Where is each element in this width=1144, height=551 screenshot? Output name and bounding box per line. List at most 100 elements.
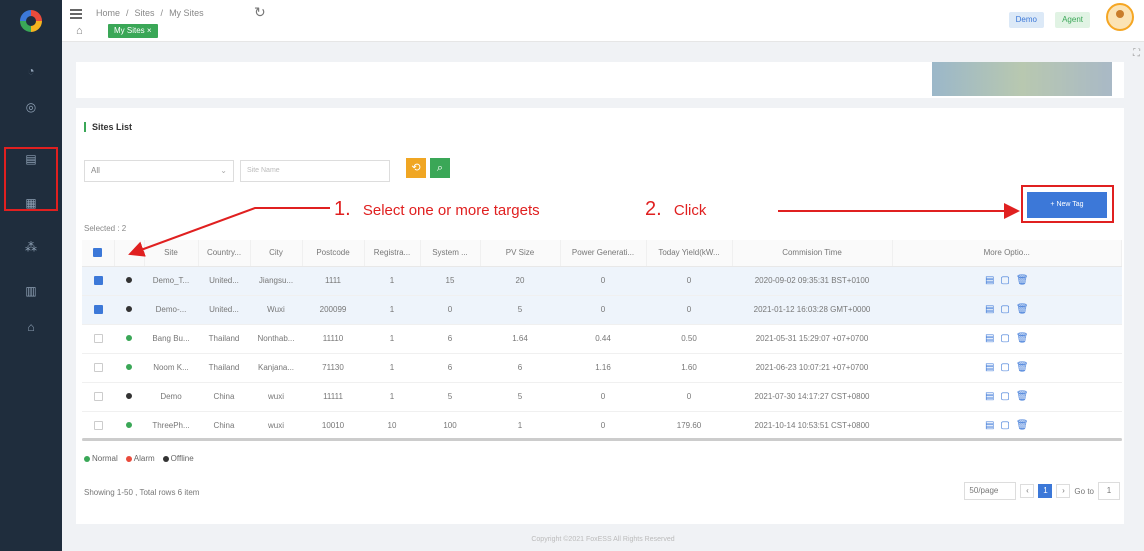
breadcrumb-home[interactable]: Home: [96, 8, 120, 18]
delete-icon[interactable]: 🗑: [1016, 333, 1029, 344]
annotation-highlight-checkboxes: [4, 147, 58, 211]
header-today-yield[interactable]: Today Yield(kW...: [646, 240, 733, 267]
avatar[interactable]: [1106, 3, 1134, 31]
header-pv-size[interactable]: PV Size: [480, 240, 561, 267]
header-registration[interactable]: Registra...: [364, 240, 421, 267]
detail-icon[interactable]: ▤: [985, 275, 994, 286]
table-horizontal-scrollbar[interactable]: [82, 438, 1122, 441]
detail-icon[interactable]: ▤: [985, 391, 994, 402]
cell-status: [114, 295, 144, 325]
edit-icon[interactable]: ▢: [1000, 391, 1009, 402]
page-size-select[interactable]: 50/page: [964, 482, 1017, 500]
dashboard-icon[interactable]: ◔: [24, 64, 38, 78]
chart-icon[interactable]: ▥: [24, 284, 38, 298]
next-page-button[interactable]: ›: [1056, 484, 1071, 498]
delete-icon[interactable]: 🗑: [1016, 304, 1029, 315]
cell-checkbox: [82, 382, 114, 412]
row-checkbox[interactable]: [93, 305, 103, 315]
cell-status: [114, 353, 144, 383]
edit-icon[interactable]: ▢: [1000, 362, 1009, 373]
tab-my-sites[interactable]: My Sites ×: [108, 24, 158, 38]
table-row[interactable]: ThreePh... China wuxi 10010 10 100 1 0 179.60 202…: [82, 411, 1122, 441]
page-number-current[interactable]: 1: [1038, 484, 1053, 498]
table-row[interactable]: Demo_T... United... Jiangsu... 1111 1 15 20 0 0 2…: [82, 266, 1122, 296]
legend-label: Alarm: [133, 454, 155, 463]
cell-city: wuxi: [250, 382, 302, 412]
home-icon[interactable]: ⌂: [76, 25, 83, 37]
row-checkbox[interactable]: [93, 334, 103, 344]
cell-more-options: ▤ ▢ 🗑: [892, 411, 1122, 441]
reset-button[interactable]: ⟲: [406, 158, 426, 178]
checkbox-select-all[interactable]: [93, 248, 103, 258]
cell-city: Jiangsu...: [250, 266, 302, 296]
reset-icon: ⟲: [411, 162, 421, 174]
cell-pv-size: 1.64: [480, 324, 560, 354]
header-city[interactable]: City: [250, 240, 303, 267]
expand-icon[interactable]: ⛶: [1133, 48, 1140, 59]
cell-pv-size: 6: [480, 353, 560, 383]
prev-page-button[interactable]: ‹: [1020, 484, 1035, 498]
table-row[interactable]: Demo China wuxi 11111 1 5 5 0 0 2021-07-30 14:17:…: [82, 382, 1122, 412]
cell-commision-time: 2021-01-12 16:03:28 GMT+0000: [732, 295, 892, 325]
row-checkbox[interactable]: [93, 421, 103, 431]
breadcrumb: Home / Sites / My Sites: [96, 8, 204, 18]
settings-icon[interactable]: ⌂: [24, 320, 38, 334]
cell-pv-size: 5: [480, 382, 560, 412]
header-site[interactable]: Site: [144, 240, 199, 267]
cell-registration: 1: [364, 324, 420, 354]
header-power-generation[interactable]: Power Generati...: [560, 240, 647, 267]
breadcrumb-sites[interactable]: Sites: [135, 8, 155, 18]
table-row[interactable]: Bang Bu... Thailand Nonthab... 11110 1 6 1.64 0…: [82, 324, 1122, 354]
edit-icon[interactable]: ▢: [1000, 333, 1009, 344]
delete-icon[interactable]: 🗑: [1016, 362, 1029, 373]
cell-postcode: 71130: [302, 353, 364, 383]
row-checkbox[interactable]: [93, 363, 103, 373]
row-checkbox[interactable]: [93, 392, 103, 402]
cell-postcode: 10010: [302, 411, 364, 441]
legend-item: Normal: [84, 454, 118, 463]
detail-icon[interactable]: ▤: [985, 362, 994, 373]
sites-icon[interactable]: ◎: [24, 100, 38, 114]
edit-icon[interactable]: ▢: [1000, 275, 1009, 286]
delete-icon[interactable]: 🗑: [1016, 391, 1029, 402]
legend-item: Alarm: [125, 454, 155, 463]
table-row[interactable]: Demo-... United... Wuxi 200099 1 0 5 0 0 2021-01-…: [82, 295, 1122, 325]
header-commision-time[interactable]: Commision Time: [732, 240, 893, 267]
cell-commision-time: 2021-10-14 10:53:51 CST+0800: [732, 411, 892, 441]
delete-icon[interactable]: 🗑: [1016, 420, 1029, 431]
header-country[interactable]: Country...: [198, 240, 251, 267]
table-row[interactable]: Noom K... Thailand Kanjana... 71130 1 6 6 1.16 1…: [82, 353, 1122, 383]
annotation-step1-text: Select one or more targets: [362, 202, 540, 219]
user-badge-demo: Demo: [1008, 12, 1044, 28]
cell-power-generation: 0.44: [560, 324, 646, 354]
refresh-icon[interactable]: ↻: [254, 4, 266, 21]
delete-icon[interactable]: 🗑: [1016, 275, 1029, 286]
cell-commision-time: 2021-06-23 10:07:21 +07+0700: [732, 353, 892, 383]
status-dot: [126, 306, 132, 312]
org-icon[interactable]: ⁂: [24, 240, 38, 254]
cell-more-options: ▤ ▢ 🗑: [892, 266, 1122, 296]
header-postcode[interactable]: Postcode: [302, 240, 365, 267]
detail-icon[interactable]: ▤: [985, 333, 994, 344]
detail-icon[interactable]: ▤: [985, 304, 994, 315]
edit-icon[interactable]: ▢: [1000, 420, 1009, 431]
annotation-step1-number: 1.: [334, 198, 351, 220]
cell-city: Kanjana...: [250, 353, 302, 383]
header-select-all[interactable]: [82, 240, 115, 267]
search-button[interactable]: ⌕: [430, 158, 450, 178]
header-system[interactable]: System ...: [420, 240, 481, 267]
menu-toggle-icon[interactable]: [70, 9, 82, 19]
cell-power-generation: 1.16: [560, 353, 646, 383]
row-checkbox[interactable]: [93, 276, 103, 286]
cell-registration: 1: [364, 382, 420, 412]
detail-icon[interactable]: ▤: [985, 420, 994, 431]
cell-today-yield: 1.60: [646, 353, 732, 383]
cell-more-options: ▤ ▢ 🗑: [892, 382, 1122, 412]
edit-icon[interactable]: ▢: [1000, 304, 1009, 315]
breadcrumb-my-sites: My Sites: [169, 8, 204, 18]
copyright: Copyright ©2021 FoxESS All Rights Reserv…: [531, 536, 675, 543]
goto-page-input[interactable]: 1: [1098, 482, 1120, 500]
cell-site: Demo-...: [144, 295, 198, 325]
status-filter-select[interactable]: All ⌄: [84, 160, 234, 182]
site-name-input[interactable]: Site Name: [240, 160, 390, 182]
